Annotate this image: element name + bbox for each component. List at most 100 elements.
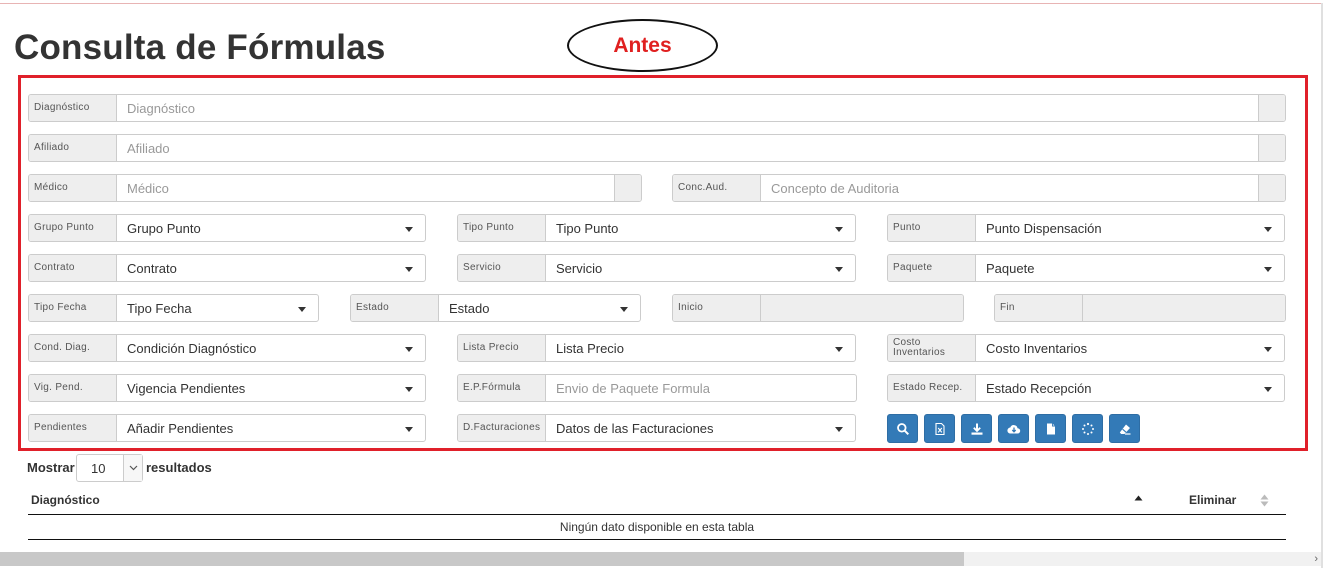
search-icon	[896, 422, 909, 435]
table-empty-message: Ningún dato disponible en esta tabla	[559, 520, 755, 534]
page-length-prefix: Mostrar	[27, 460, 75, 475]
caret-down-icon	[835, 347, 843, 352]
estado-label: Estado	[351, 295, 439, 321]
refresh-button[interactable]	[1072, 414, 1103, 443]
vig-pend-label: Vig. Pend.	[29, 375, 117, 401]
cond-diag-select[interactable]: Condición Diagnóstico	[117, 335, 425, 361]
caret-down-icon	[1264, 227, 1272, 232]
column-header-diagnostico[interactable]: Diagnóstico	[31, 493, 100, 507]
ep-formula-input[interactable]: Envio de Paquete Formula	[546, 375, 856, 401]
cloud-download-button[interactable]	[998, 414, 1029, 443]
cloud-download-icon	[1006, 424, 1020, 434]
tipo-fecha-label: Tipo Fecha	[29, 295, 117, 321]
estado-select[interactable]: Estado	[439, 295, 640, 321]
fin-group: Fin	[994, 294, 1286, 322]
spinner-icon	[1081, 422, 1094, 435]
caret-down-icon	[1264, 267, 1272, 272]
inicio-date-input[interactable]	[761, 295, 963, 321]
afiliado-label: Afiliado	[29, 135, 117, 161]
d-facturaciones-label: D.Facturaciones	[458, 415, 546, 441]
costo-inventarios-group: Costo Inventarios Costo Inventarios	[887, 334, 1285, 362]
page-length-dropdown-toggle[interactable]	[123, 455, 142, 481]
lista-precio-label: Lista Precio	[458, 335, 546, 361]
table-empty-row: Ningún dato disponible en esta tabla	[28, 515, 1286, 540]
annotation-ellipse: Antes	[567, 19, 718, 72]
vig-pend-select[interactable]: Vigencia Pendientes	[117, 375, 425, 401]
download-button[interactable]	[961, 414, 992, 443]
scroll-right-arrow-icon[interactable]: ›	[1314, 553, 1318, 565]
paquete-value: Paquete	[986, 260, 1035, 276]
pendientes-value: Añadir Pendientes	[127, 420, 234, 436]
pendientes-select[interactable]: Añadir Pendientes	[117, 415, 425, 441]
conc-aud-addon-button[interactable]	[1258, 175, 1285, 201]
conc-aud-label: Conc.Aud.	[673, 175, 761, 201]
export-excel-button[interactable]	[924, 414, 955, 443]
page-length-suffix: resultados	[146, 460, 212, 475]
page-length-select[interactable]: 10	[76, 454, 143, 482]
fin-label: Fin	[995, 295, 1083, 321]
estado-group: Estado Estado	[350, 294, 641, 322]
grupo-punto-select[interactable]: Grupo Punto	[117, 215, 425, 241]
fin-date-input[interactable]	[1083, 295, 1285, 321]
sort-both-icon[interactable]	[1260, 494, 1269, 507]
medico-input[interactable]: Médico	[117, 175, 614, 201]
download-icon	[971, 423, 982, 435]
grupo-punto-group: Grupo Punto Grupo Punto	[28, 214, 426, 242]
column-header-eliminar[interactable]: Eliminar	[1189, 493, 1236, 507]
vig-pend-group: Vig. Pend. Vigencia Pendientes	[28, 374, 426, 402]
estado-recep-group: Estado Recep. Estado Recepción	[887, 374, 1285, 402]
caret-down-icon	[835, 267, 843, 272]
medico-label: Médico	[29, 175, 117, 201]
sort-ascending-icon[interactable]	[1134, 495, 1143, 501]
tipo-fecha-select[interactable]: Tipo Fecha	[117, 295, 318, 321]
tipo-punto-select[interactable]: Tipo Punto	[546, 215, 855, 241]
punto-label: Punto	[888, 215, 976, 241]
chevron-down-icon	[129, 465, 137, 471]
horizontal-scrollbar-thumb[interactable]	[0, 552, 964, 566]
annotation-label: Antes	[613, 33, 672, 57]
page-title: Consulta de Fórmulas	[14, 28, 386, 67]
diagnostico-input[interactable]: Diagnóstico	[117, 95, 1258, 121]
tipo-punto-label: Tipo Punto	[458, 215, 546, 241]
caret-down-icon	[835, 227, 843, 232]
excel-file-icon	[934, 422, 945, 435]
contrato-label: Contrato	[29, 255, 117, 281]
contrato-select[interactable]: Contrato	[117, 255, 425, 281]
vig-pend-value: Vigencia Pendientes	[127, 380, 246, 396]
punto-value: Punto Dispensación	[986, 220, 1102, 236]
medico-addon-button[interactable]	[614, 175, 641, 201]
lista-precio-select[interactable]: Lista Precio	[546, 335, 855, 361]
clear-button[interactable]	[1109, 414, 1140, 443]
ep-formula-label: E.P.Fórmula	[458, 375, 546, 401]
costo-inventarios-label: Costo Inventarios	[888, 335, 976, 361]
servicio-select[interactable]: Servicio	[546, 255, 855, 281]
cond-diag-label: Cond. Diag.	[29, 335, 117, 361]
servicio-group: Servicio Servicio	[457, 254, 856, 282]
search-button[interactable]	[887, 414, 918, 443]
horizontal-scrollbar[interactable]: ›	[0, 552, 1321, 566]
estado-recep-select[interactable]: Estado Recepción	[976, 375, 1284, 401]
conc-aud-input[interactable]: Concepto de Auditoria	[761, 175, 1258, 201]
caret-down-icon	[620, 307, 628, 312]
page-length-value: 10	[91, 460, 106, 476]
servicio-value: Servicio	[556, 260, 603, 276]
paquete-select[interactable]: Paquete	[976, 255, 1284, 281]
lista-precio-group: Lista Precio Lista Precio	[457, 334, 856, 362]
afiliado-addon-button[interactable]	[1258, 135, 1285, 161]
estado-value: Estado	[449, 300, 490, 316]
pendientes-label: Pendientes	[29, 415, 117, 441]
d-facturaciones-select[interactable]: Datos de las Facturaciones	[546, 415, 855, 441]
caret-down-icon	[405, 387, 413, 392]
pendientes-group: Pendientes Añadir Pendientes	[28, 414, 426, 442]
lista-precio-value: Lista Precio	[556, 340, 624, 356]
punto-select[interactable]: Punto Dispensación	[976, 215, 1284, 241]
afiliado-input[interactable]: Afiliado	[117, 135, 1258, 161]
servicio-label: Servicio	[458, 255, 546, 281]
caret-down-icon	[405, 427, 413, 432]
tipo-punto-value: Tipo Punto	[556, 220, 619, 236]
diagnostico-addon-button[interactable]	[1258, 95, 1285, 121]
caret-down-icon	[1264, 387, 1272, 392]
grupo-punto-value: Grupo Punto	[127, 220, 201, 236]
costo-inventarios-select[interactable]: Costo Inventarios	[976, 335, 1284, 361]
document-button[interactable]	[1035, 414, 1066, 443]
